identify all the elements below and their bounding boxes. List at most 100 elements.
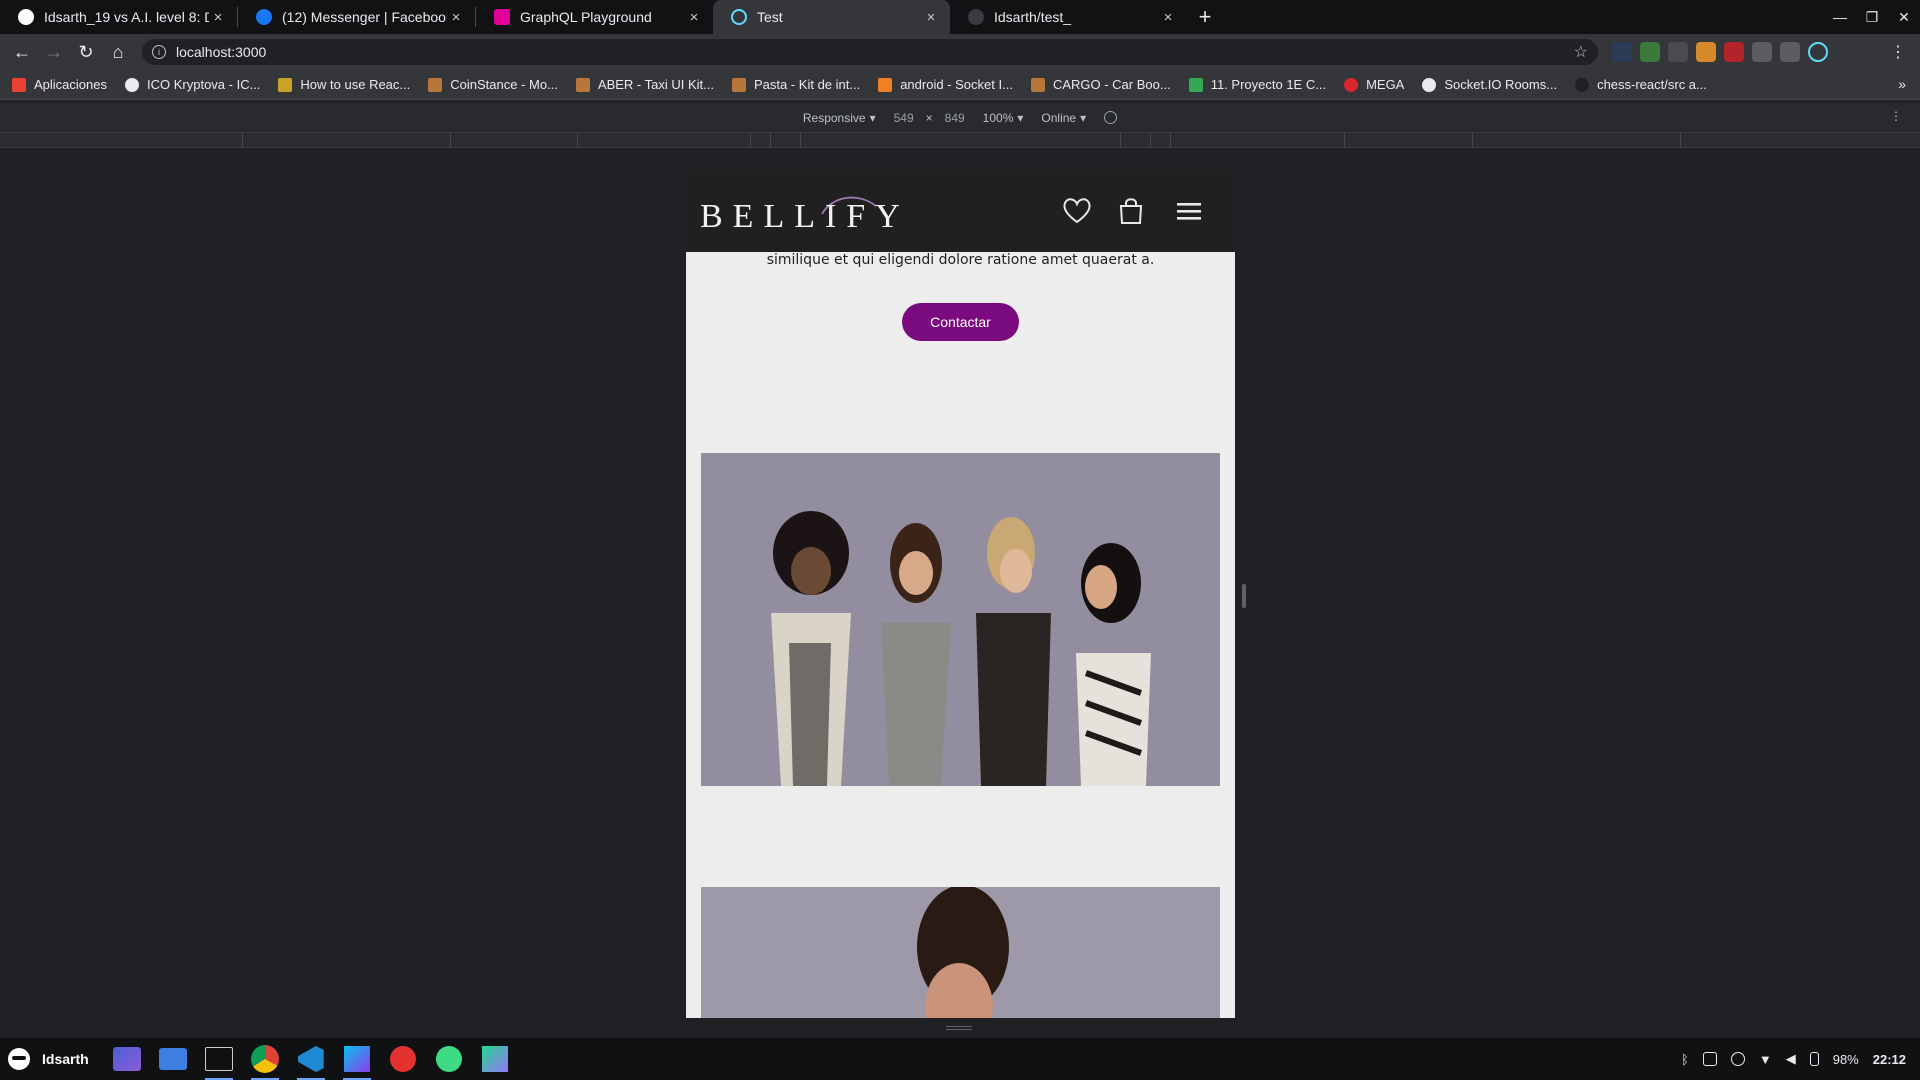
close-tab-icon[interactable]: × [685, 9, 703, 26]
bookmark-item[interactable]: chess-react/src a... [1575, 77, 1707, 92]
bookmark-item[interactable]: MEGA [1344, 77, 1404, 92]
url-text: localhost:3000 [176, 44, 267, 60]
bookmark-item[interactable]: Aplicaciones [12, 77, 107, 92]
window-controls: — ❐ ✕ [1824, 0, 1920, 34]
browser-tab-active[interactable]: Test × [713, 0, 950, 34]
bookmark-item[interactable]: CoinStance - Mo... [428, 77, 558, 92]
vscode-icon[interactable] [293, 1041, 329, 1080]
facebook-favicon-icon [256, 9, 272, 25]
react-favicon-icon [731, 9, 747, 25]
browser-tab[interactable]: Idsarth/test_ × [950, 0, 1187, 34]
extension-icon[interactable] [1668, 42, 1688, 62]
bellify-logo[interactable]: BELLIFY [700, 194, 910, 240]
bookmark-item[interactable]: 11. Proyecto 1E C... [1188, 77, 1326, 92]
bookmark-item[interactable]: android - Socket I... [878, 77, 1013, 92]
browser-tab[interactable]: (12) Messenger | Facebook × [238, 0, 475, 34]
android-studio-icon[interactable] [431, 1041, 467, 1077]
extension-icon[interactable] [1696, 42, 1716, 62]
dropdown-arrow-icon: ▾ [869, 110, 876, 125]
restore-icon[interactable]: ❐ [1856, 0, 1888, 34]
devtools-viewport: BELLIFY similique et qui eligendi dolore… [0, 148, 1920, 1038]
bookmark-item[interactable]: Pasta - Kit de int... [731, 77, 860, 92]
bookmark-favicon-icon [125, 77, 139, 92]
datagrip-icon[interactable] [477, 1041, 513, 1077]
clock-time: 22:12 [1872, 1051, 1906, 1067]
shopping-bag-icon[interactable] [1114, 194, 1148, 228]
bookmark-favicon-icon [428, 77, 443, 92]
height-input[interactable]: 849 [945, 111, 965, 125]
wifi-icon[interactable]: ▼ [1759, 1052, 1772, 1067]
zoom-select[interactable]: 100% ▾ [983, 111, 1024, 125]
bookmark-favicon-icon [1030, 77, 1045, 92]
files-folder-icon[interactable] [155, 1041, 191, 1077]
bluetooth-icon[interactable]: ᛒ [1681, 1052, 1689, 1067]
tab-title: Test [757, 9, 783, 25]
dimensions: 549 × 849 [894, 111, 965, 125]
resize-handle-right[interactable] [1242, 584, 1246, 608]
extension-icon[interactable] [1612, 42, 1632, 62]
reload-icon[interactable]: ↻ [70, 36, 102, 68]
browser-tab[interactable]: Idsarth_19 vs A.I. level 8: D40 × [0, 0, 237, 34]
resize-handle-bottom[interactable] [946, 1026, 972, 1030]
more-bookmarks-icon[interactable]: » [1898, 76, 1906, 92]
address-bar[interactable]: i localhost:3000 ☆ [142, 39, 1598, 65]
volume-icon[interactable]: ◀ [1786, 1051, 1796, 1067]
bookmark-star-icon[interactable]: ☆ [1574, 42, 1588, 62]
forward-arrow-icon[interactable]: → [38, 36, 70, 68]
github-favicon-icon [968, 9, 984, 25]
rotate-icon[interactable] [1104, 111, 1118, 124]
device-toolbar-menu-icon[interactable]: ⋮ [1890, 109, 1902, 123]
chrome-icon[interactable] [247, 1041, 283, 1080]
close-tab-icon[interactable]: × [209, 9, 227, 26]
site-info-icon[interactable]: i [152, 45, 166, 59]
browser-menu-icon[interactable]: ⋮ [1890, 42, 1906, 62]
bookmark-item[interactable]: ICO Kryptova - IC... [125, 77, 260, 92]
stackoverflow-icon [878, 77, 893, 92]
heart-icon[interactable] [1060, 194, 1094, 228]
media-query-bar[interactable] [0, 132, 1920, 148]
site-header: BELLIFY [686, 172, 1235, 252]
react-devtools-icon[interactable] [1808, 42, 1828, 62]
user-avatar-icon [8, 1048, 30, 1070]
user-menu[interactable]: Idsarth [8, 1048, 89, 1070]
extension-icon[interactable] [1752, 42, 1772, 62]
bookmark-favicon-icon [278, 77, 293, 92]
extension-icon[interactable] [1724, 42, 1744, 62]
home-icon[interactable]: ⌂ [102, 36, 134, 68]
anydesk-icon[interactable] [385, 1041, 421, 1077]
throttle-select[interactable]: Online ▾ [1041, 111, 1086, 125]
width-input[interactable]: 549 [894, 111, 914, 125]
contact-button[interactable]: Contactar [902, 303, 1019, 341]
back-arrow-icon[interactable]: ← [6, 36, 38, 68]
socketio-icon [1422, 77, 1437, 92]
clock-icon[interactable] [1730, 1052, 1745, 1066]
os-taskbar: Idsarth ᛒ ▼ ◀ 98% 22:12 [0, 1038, 1920, 1080]
bookmark-item[interactable]: CARGO - Car Boo... [1030, 77, 1171, 92]
close-window-icon[interactable]: ✕ [1888, 0, 1920, 34]
bookmark-item[interactable]: Socket.IO Rooms... [1422, 77, 1557, 92]
minimize-icon[interactable]: — [1824, 0, 1856, 34]
terminal-icon[interactable] [201, 1041, 237, 1080]
dropdown-arrow-icon: ▾ [1017, 110, 1024, 125]
close-tab-icon[interactable]: × [447, 9, 465, 26]
battery-icon[interactable] [1809, 1052, 1819, 1066]
battery-percent: 98% [1832, 1051, 1859, 1067]
browser-tab[interactable]: GraphQL Playground × [476, 0, 713, 34]
graphql-favicon-icon [494, 9, 510, 25]
lichess-favicon-icon [18, 9, 34, 25]
webstorm-icon[interactable] [339, 1041, 375, 1080]
shield-icon[interactable] [1702, 1052, 1717, 1066]
hamburger-menu-icon[interactable] [1172, 194, 1206, 228]
extension-icon[interactable] [1640, 42, 1660, 62]
tab-strip: Idsarth_19 vs A.I. level 8: D40 × (12) M… [0, 0, 1920, 34]
app-launcher-icon[interactable] [109, 1041, 145, 1077]
bookmark-item[interactable]: How to use Reac... [278, 77, 410, 92]
new-tab-button[interactable]: + [1187, 0, 1223, 34]
bookmark-item[interactable]: ABER - Taxi UI Kit... [575, 77, 714, 92]
close-tab-icon[interactable]: × [1159, 9, 1177, 26]
tab-title: GraphQL Playground [520, 9, 652, 25]
extension-icon[interactable] [1780, 42, 1800, 62]
device-select[interactable]: Responsive ▾ [803, 111, 876, 125]
close-tab-icon[interactable]: × [922, 9, 940, 26]
mega-icon [1344, 77, 1359, 92]
